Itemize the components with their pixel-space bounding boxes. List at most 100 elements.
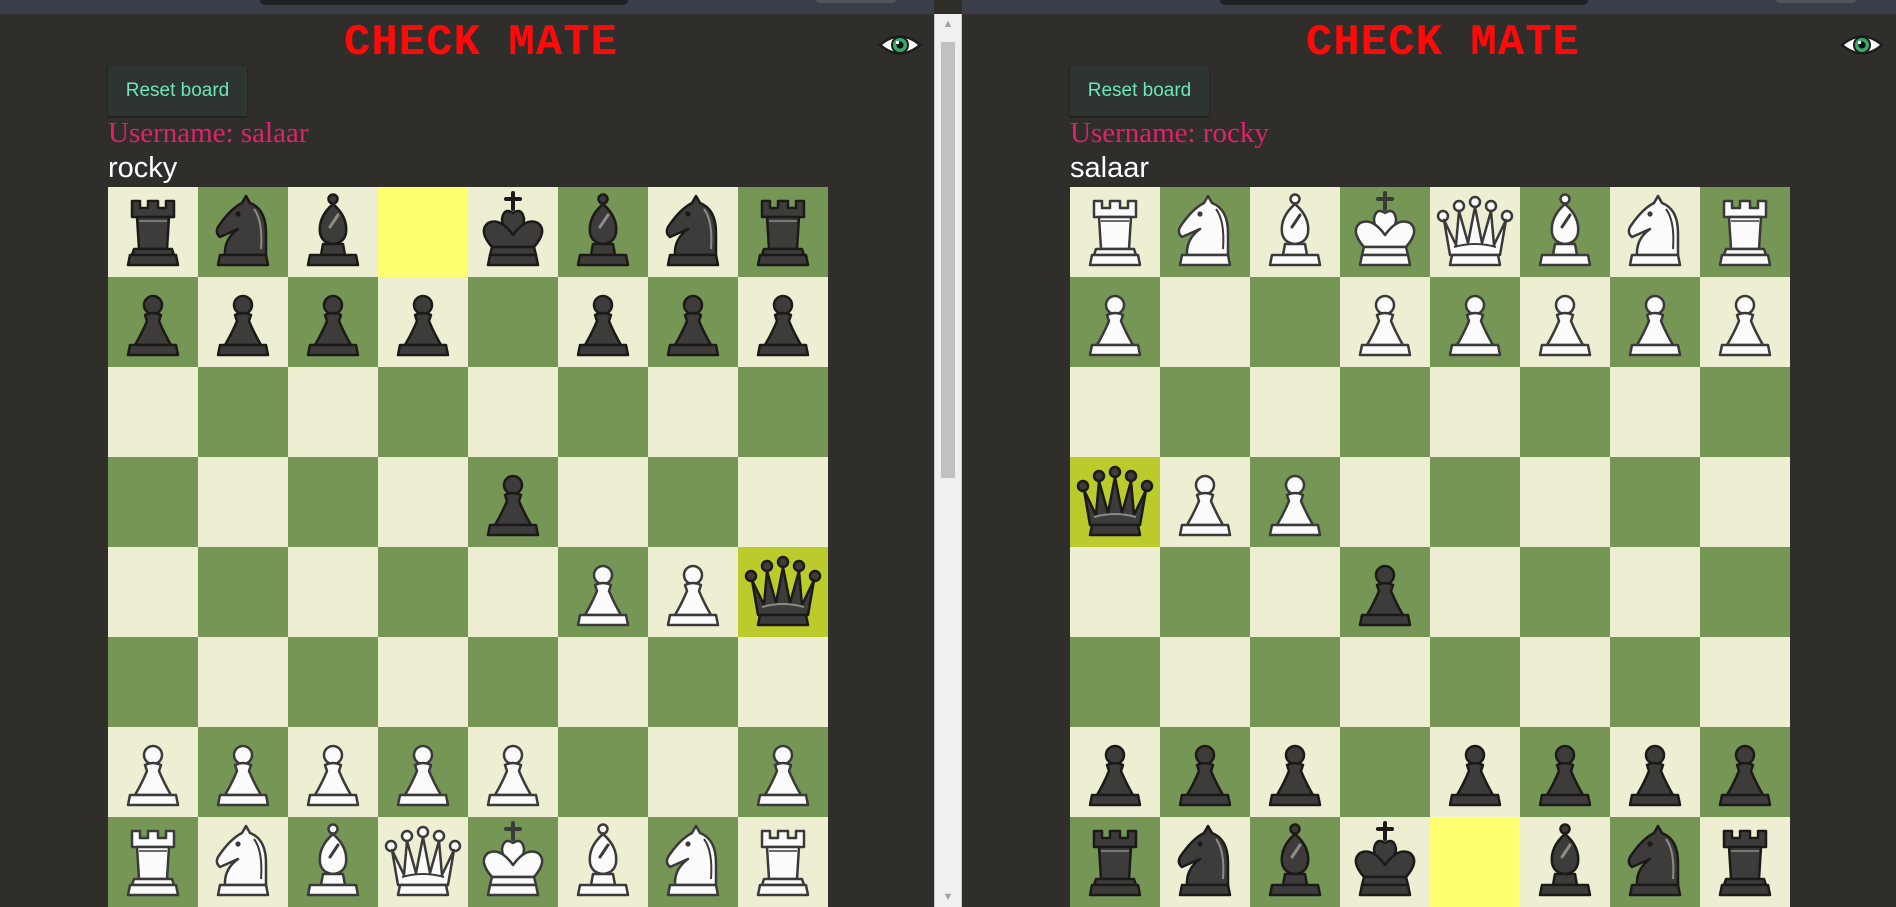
board-square[interactable] xyxy=(1160,547,1250,637)
board-square[interactable] xyxy=(288,277,378,367)
board-square[interactable] xyxy=(1610,637,1700,727)
board-square[interactable] xyxy=(1520,367,1610,457)
board-square[interactable] xyxy=(1250,187,1340,277)
board-square[interactable] xyxy=(378,367,468,457)
board-square[interactable] xyxy=(108,457,198,547)
board-square[interactable] xyxy=(1700,457,1790,547)
board-square[interactable] xyxy=(1250,547,1340,637)
board-square[interactable] xyxy=(1250,457,1340,547)
board-square[interactable] xyxy=(378,277,468,367)
board-square[interactable] xyxy=(1250,817,1340,907)
board-square[interactable] xyxy=(1520,187,1610,277)
board-square[interactable] xyxy=(738,277,828,367)
board-square[interactable] xyxy=(1070,817,1160,907)
board-square[interactable] xyxy=(288,727,378,817)
board-square[interactable] xyxy=(468,547,558,637)
board-square[interactable] xyxy=(198,277,288,367)
board-square[interactable] xyxy=(558,277,648,367)
board-square[interactable] xyxy=(108,547,198,637)
board-square[interactable] xyxy=(648,367,738,457)
board-square[interactable] xyxy=(108,727,198,817)
board-square[interactable] xyxy=(468,637,558,727)
board-square[interactable] xyxy=(198,817,288,907)
board-square[interactable] xyxy=(1340,637,1430,727)
board-square[interactable] xyxy=(738,727,828,817)
board-square[interactable] xyxy=(108,817,198,907)
board-square[interactable] xyxy=(1070,637,1160,727)
board-square[interactable] xyxy=(1250,277,1340,367)
board-square[interactable] xyxy=(738,367,828,457)
board-square[interactable] xyxy=(378,187,468,277)
board-square[interactable] xyxy=(648,457,738,547)
board-square[interactable] xyxy=(648,547,738,637)
board-square[interactable] xyxy=(1610,367,1700,457)
board-square[interactable] xyxy=(648,817,738,907)
eye-icon[interactable] xyxy=(1840,30,1884,60)
board-square[interactable] xyxy=(1430,187,1520,277)
board-square[interactable] xyxy=(108,277,198,367)
board-square[interactable] xyxy=(1700,817,1790,907)
board-square[interactable] xyxy=(1160,277,1250,367)
board-square[interactable] xyxy=(198,367,288,457)
board-square[interactable] xyxy=(1340,457,1430,547)
board-square[interactable] xyxy=(558,367,648,457)
board-square[interactable] xyxy=(378,457,468,547)
board-square[interactable] xyxy=(378,817,468,907)
board-square[interactable] xyxy=(738,637,828,727)
board-square[interactable] xyxy=(648,277,738,367)
board-square[interactable] xyxy=(1160,817,1250,907)
board-square[interactable] xyxy=(1700,187,1790,277)
board-square[interactable] xyxy=(1520,727,1610,817)
board-square[interactable] xyxy=(1520,817,1610,907)
board-square[interactable] xyxy=(1610,457,1700,547)
board-square[interactable] xyxy=(468,367,558,457)
board-square[interactable] xyxy=(1700,367,1790,457)
board-square[interactable] xyxy=(198,637,288,727)
board-square[interactable] xyxy=(1160,637,1250,727)
board-square[interactable] xyxy=(1430,817,1520,907)
board-square[interactable] xyxy=(1610,547,1700,637)
board-square[interactable] xyxy=(288,367,378,457)
board-square[interactable] xyxy=(738,817,828,907)
board-square[interactable] xyxy=(648,187,738,277)
board-square[interactable] xyxy=(1520,277,1610,367)
board-square[interactable] xyxy=(378,637,468,727)
board-square[interactable] xyxy=(738,547,828,637)
board-square[interactable] xyxy=(1070,277,1160,367)
board-square[interactable] xyxy=(198,187,288,277)
board-square[interactable] xyxy=(1700,277,1790,367)
board-square[interactable] xyxy=(1250,637,1340,727)
scroll-up-arrow[interactable]: ▲ xyxy=(935,14,961,34)
board-square[interactable] xyxy=(738,457,828,547)
board-square[interactable] xyxy=(558,727,648,817)
board-square[interactable] xyxy=(1340,817,1430,907)
board-square[interactable] xyxy=(288,817,378,907)
board-square[interactable] xyxy=(1610,277,1700,367)
board-square[interactable] xyxy=(198,457,288,547)
scrollbar-thumb[interactable] xyxy=(941,42,955,478)
board-square[interactable] xyxy=(288,187,378,277)
board-square[interactable] xyxy=(468,457,558,547)
board-square[interactable] xyxy=(1340,727,1430,817)
board-square[interactable] xyxy=(1430,457,1520,547)
board-square[interactable] xyxy=(558,457,648,547)
board-square[interactable] xyxy=(288,457,378,547)
board-square[interactable] xyxy=(378,727,468,817)
board-square[interactable] xyxy=(1520,457,1610,547)
board-square[interactable] xyxy=(1160,367,1250,457)
board-square[interactable] xyxy=(468,727,558,817)
board-square[interactable] xyxy=(1340,547,1430,637)
reset-board-button[interactable]: Reset board xyxy=(1070,66,1209,116)
board-square[interactable] xyxy=(1070,367,1160,457)
board-square[interactable] xyxy=(1520,547,1610,637)
board-square[interactable] xyxy=(198,547,288,637)
board-square[interactable] xyxy=(1610,817,1700,907)
board-square[interactable] xyxy=(1430,367,1520,457)
board-square[interactable] xyxy=(288,637,378,727)
board-square[interactable] xyxy=(738,187,828,277)
scrollbar[interactable]: ▲ ▼ xyxy=(934,14,962,907)
board-square[interactable] xyxy=(558,637,648,727)
board-square[interactable] xyxy=(468,277,558,367)
board-square[interactable] xyxy=(1070,547,1160,637)
board-square[interactable] xyxy=(288,547,378,637)
